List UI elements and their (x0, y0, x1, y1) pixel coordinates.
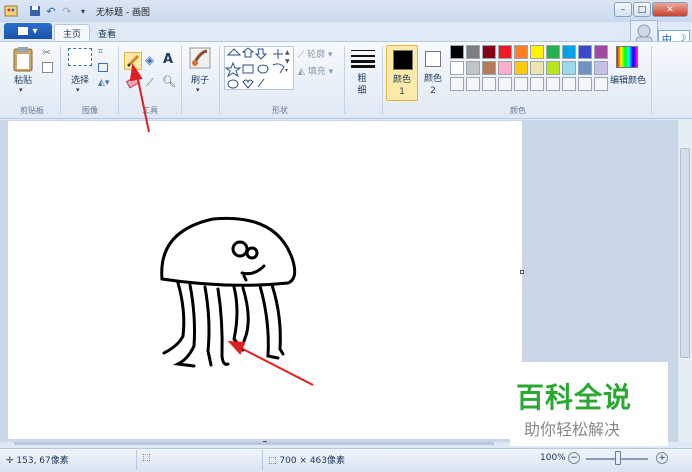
zoom-slider-thumb[interactable] (615, 451, 621, 465)
canvas-size-text: 700 × 463像素 (279, 456, 345, 466)
zoom-out-button[interactable]: − (568, 452, 580, 464)
cursor-position: ✛ 153, 67像素 (6, 456, 69, 466)
vertical-scroll-thumb[interactable] (680, 148, 690, 358)
status-bar (0, 448, 692, 472)
watermark-title: 百科全说 (516, 381, 633, 414)
cursor-position-text: 153, 67像素 (16, 456, 69, 466)
canvas-size: ⬚ 700 × 463像素 (268, 456, 345, 466)
vertical-scrollbar[interactable] (677, 120, 692, 442)
status-divider (262, 450, 263, 470)
selection-size-icon: ⬚ (142, 453, 151, 463)
status-divider (136, 450, 137, 470)
horizontal-scroll-thumb[interactable] (14, 442, 494, 445)
watermark-subtitle: 助你轻松解决 (524, 420, 621, 439)
watermark: 百科全说 助你轻松解决 (510, 362, 668, 446)
zoom-in-button[interactable]: + (656, 452, 668, 464)
horizontal-scrollbar[interactable] (0, 440, 500, 446)
zoom-level: 100% (540, 453, 566, 463)
